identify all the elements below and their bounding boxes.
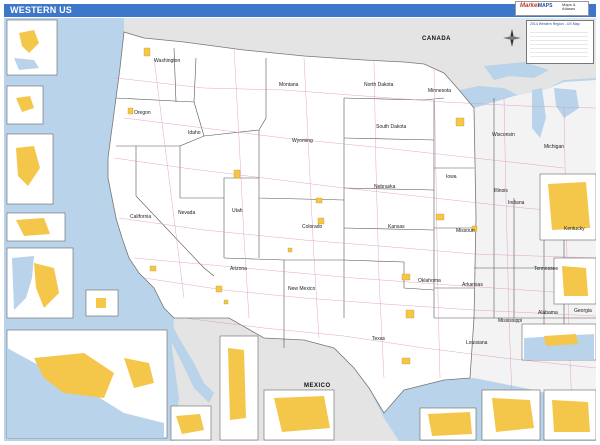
label-colorado: Colorado bbox=[302, 224, 323, 230]
label-arkansas: Arkansas bbox=[462, 282, 483, 288]
label-illinois: Illinois bbox=[494, 188, 508, 194]
main-map[interactable]: 2014 Western Region - US Map CANADA MEXI… bbox=[4, 18, 596, 441]
label-utah: Utah bbox=[232, 208, 243, 214]
label-nebraska: Nebraska bbox=[374, 184, 396, 190]
legend-key bbox=[530, 29, 588, 59]
label-california: California bbox=[130, 214, 152, 220]
label-new-mexico: New Mexico bbox=[288, 286, 316, 292]
compass-rose-icon bbox=[502, 28, 522, 48]
map-frame: WESTERN US 2014 Western Region - US Map … bbox=[0, 0, 600, 445]
label-idaho: Idaho bbox=[188, 130, 201, 136]
label-oregon: Oregon bbox=[134, 110, 151, 116]
label-wyoming: Wyoming bbox=[292, 138, 313, 144]
map-legend: 2014 Western Region - US Map bbox=[526, 20, 594, 64]
title-bar: WESTERN US bbox=[4, 4, 596, 17]
logo-brand-b: MAPS bbox=[538, 3, 553, 9]
label-kentucky: Kentucky bbox=[564, 226, 585, 232]
label-mexico: MEXICO bbox=[304, 383, 331, 389]
label-north-dakota: North Dakota bbox=[364, 82, 394, 88]
label-arizona: Arizona bbox=[230, 266, 247, 272]
label-kansas: Kansas bbox=[388, 224, 405, 230]
label-south-dakota: South Dakota bbox=[376, 124, 407, 130]
logo-subtitle: Maps & Atlases bbox=[562, 2, 576, 11]
map-title: WESTERN US bbox=[10, 5, 73, 15]
label-michigan: Michigan bbox=[544, 144, 565, 150]
label-georgia: Georgia bbox=[574, 308, 592, 314]
label-washington: Washington bbox=[154, 58, 181, 64]
label-minnesota: Minnesota bbox=[428, 88, 452, 94]
label-wisconsin: Wisconsin bbox=[492, 132, 515, 138]
publisher-logo[interactable]: Market MAPS Maps & Atlases bbox=[515, 1, 589, 16]
label-mississippi: Mississippi bbox=[498, 318, 523, 324]
label-tennessee: Tennessee bbox=[534, 266, 559, 272]
label-missouri: Missouri bbox=[456, 228, 475, 234]
label-indiana: Indiana bbox=[508, 200, 525, 206]
label-canada: CANADA bbox=[422, 36, 451, 42]
label-nevada: Nevada bbox=[178, 210, 196, 216]
logo-brand-a: Market bbox=[520, 3, 540, 9]
label-louisiana: Louisiana bbox=[466, 340, 488, 346]
label-iowa: Iowa bbox=[446, 174, 457, 180]
label-montana: Montana bbox=[279, 82, 299, 88]
label-oklahoma: Oklahoma bbox=[418, 278, 441, 284]
label-texas: Texas bbox=[372, 336, 386, 342]
map-svg bbox=[6, 18, 596, 441]
label-alabama: Alabama bbox=[538, 310, 558, 316]
legend-title: 2014 Western Region - US Map bbox=[530, 22, 580, 26]
